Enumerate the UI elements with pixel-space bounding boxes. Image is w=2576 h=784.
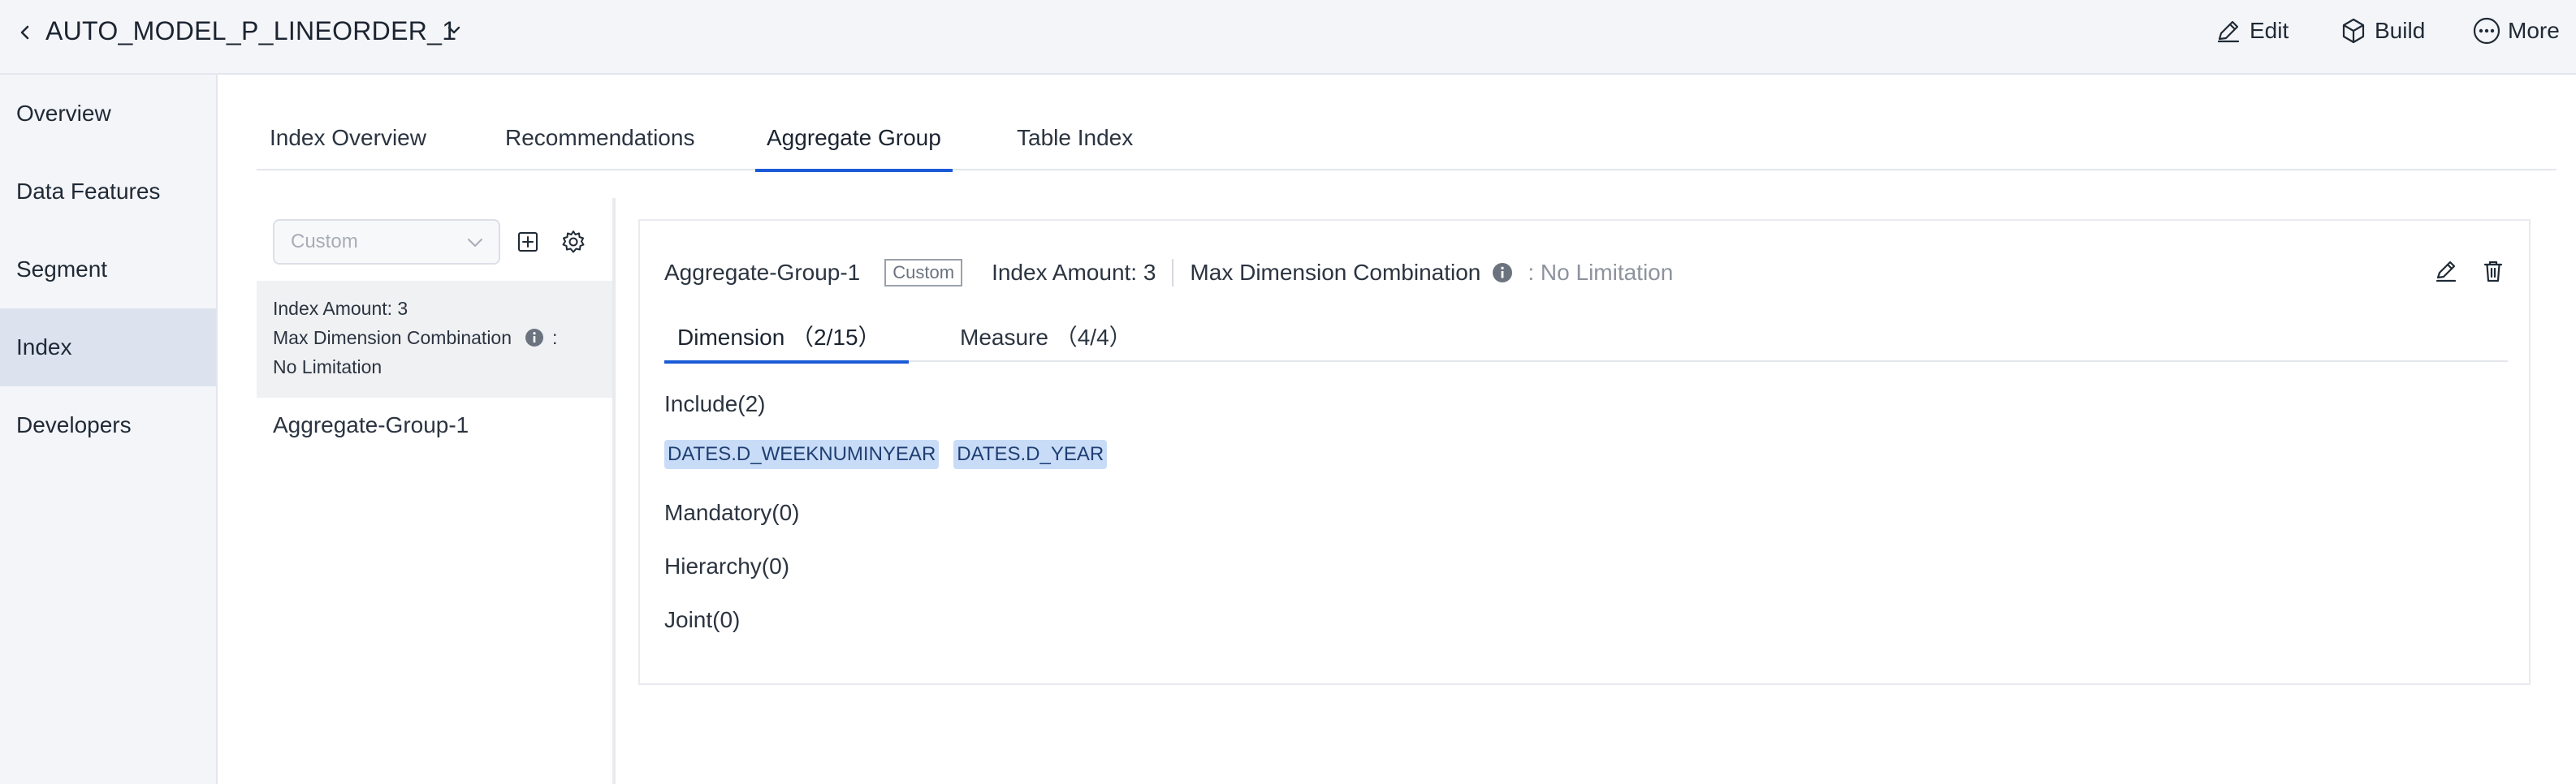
summary-max-dimension-value: No Limitation — [273, 356, 383, 377]
edit-icon[interactable] — [2433, 258, 2459, 284]
build-label: Build — [2375, 18, 2426, 43]
tab-aggregate-group[interactable]: Aggregate Group — [755, 125, 953, 172]
include-label: Include(2) — [664, 391, 766, 416]
summary-index-amount: Index Amount: 3 — [273, 298, 408, 319]
tab-table-index[interactable]: Table Index — [1017, 125, 1133, 170]
summary-max-dimension-label: Max Dimension Combination — [273, 327, 512, 348]
card-actions — [2412, 258, 2506, 284]
dimension-chip[interactable]: DATES.D_YEAR — [953, 440, 1108, 469]
chevron-left-icon[interactable] — [16, 23, 34, 42]
edit-label: Edit — [2250, 18, 2289, 43]
mandatory-label: Mandatory(0) — [664, 500, 800, 525]
hierarchy-label: Hierarchy(0) — [664, 554, 790, 579]
cube-icon — [2342, 18, 2365, 44]
model-title: AUTO_MODEL_P_LINEORDER_1 — [45, 16, 457, 45]
build-button[interactable]: Build — [2339, 15, 2425, 47]
sidebar-item-segment[interactable]: Segment — [0, 230, 216, 308]
index-amount: Index Amount: 3 — [992, 260, 1156, 285]
sidebar-item-data-features[interactable]: Data Features — [0, 153, 216, 230]
edit-button[interactable]: Edit — [2214, 15, 2289, 47]
tab-dimension[interactable]: Dimension （2/15） — [664, 320, 909, 364]
sidebar-item-overview[interactable]: Overview — [0, 75, 216, 153]
chevron-down-icon[interactable] — [445, 24, 463, 37]
list-item-aggregate-group[interactable]: Aggregate-Group-1 — [273, 412, 469, 438]
panel-divider[interactable] — [612, 198, 616, 784]
vertical-divider — [1172, 259, 1174, 286]
group-type-select[interactable]: Custom — [273, 219, 500, 265]
gear-icon[interactable] — [560, 229, 586, 255]
dimension-measure-tabs: Dimension （2/15） Measure （4/4） — [664, 310, 2508, 364]
chevron-down-icon — [468, 239, 482, 247]
more-dots-icon — [2473, 17, 2500, 45]
info-icon[interactable] — [1492, 262, 1513, 283]
custom-tag: Custom — [884, 259, 963, 286]
include-chip-list: DATES.D_WEEKNUMINYEAR DATES.D_YEAR — [664, 440, 1122, 469]
aggregate-group-summary-card[interactable]: Index Amount: 3 Max Dimension Combinatio… — [257, 281, 612, 398]
more-button[interactable]: More — [2472, 15, 2560, 47]
trash-icon[interactable] — [2480, 258, 2506, 284]
aggregate-group-name: Aggregate-Group-1 — [664, 260, 861, 285]
tab-measure[interactable]: Measure （4/4） — [960, 320, 1132, 362]
summary-colon: : — [552, 327, 558, 348]
tab-recommendations[interactable]: Recommendations — [505, 125, 694, 170]
info-icon[interactable] — [525, 328, 544, 347]
tab-index-overview[interactable]: Index Overview — [270, 125, 426, 170]
sidebar-item-index[interactable]: Index — [0, 308, 216, 386]
aggregate-group-list-panel: Custom Index Amount: 3 Max Dimension Com… — [257, 198, 612, 784]
pencil-icon — [2217, 20, 2240, 43]
top-header: AUTO_MODEL_P_LINEORDER_1 Edit Build More — [0, 0, 2576, 75]
max-dimension-label: Max Dimension Combination — [1190, 260, 1481, 285]
max-dimension-value: : No Limitation — [1528, 260, 1674, 285]
more-label: More — [2508, 18, 2560, 43]
dimension-chip[interactable]: DATES.D_WEEKNUMINYEAR — [664, 440, 940, 469]
sidebar-item-developers[interactable]: Developers — [0, 386, 216, 464]
joint-label: Joint(0) — [664, 607, 741, 632]
aggregate-group-header: Aggregate-Group-1 Custom Index Amount: 3… — [664, 256, 1673, 289]
index-tabs: Index Overview Recommendations Aggregate… — [257, 114, 2557, 172]
add-group-icon[interactable] — [515, 229, 541, 255]
summary-max-dimension-row: Max Dimension Combination: — [273, 323, 596, 352]
sidebar: Overview Data Features Segment Index Dev… — [0, 75, 218, 784]
aggregate-group-detail-card: Aggregate-Group-1 Custom Index Amount: 3… — [638, 219, 2531, 685]
group-type-select-value: Custom — [291, 230, 358, 252]
